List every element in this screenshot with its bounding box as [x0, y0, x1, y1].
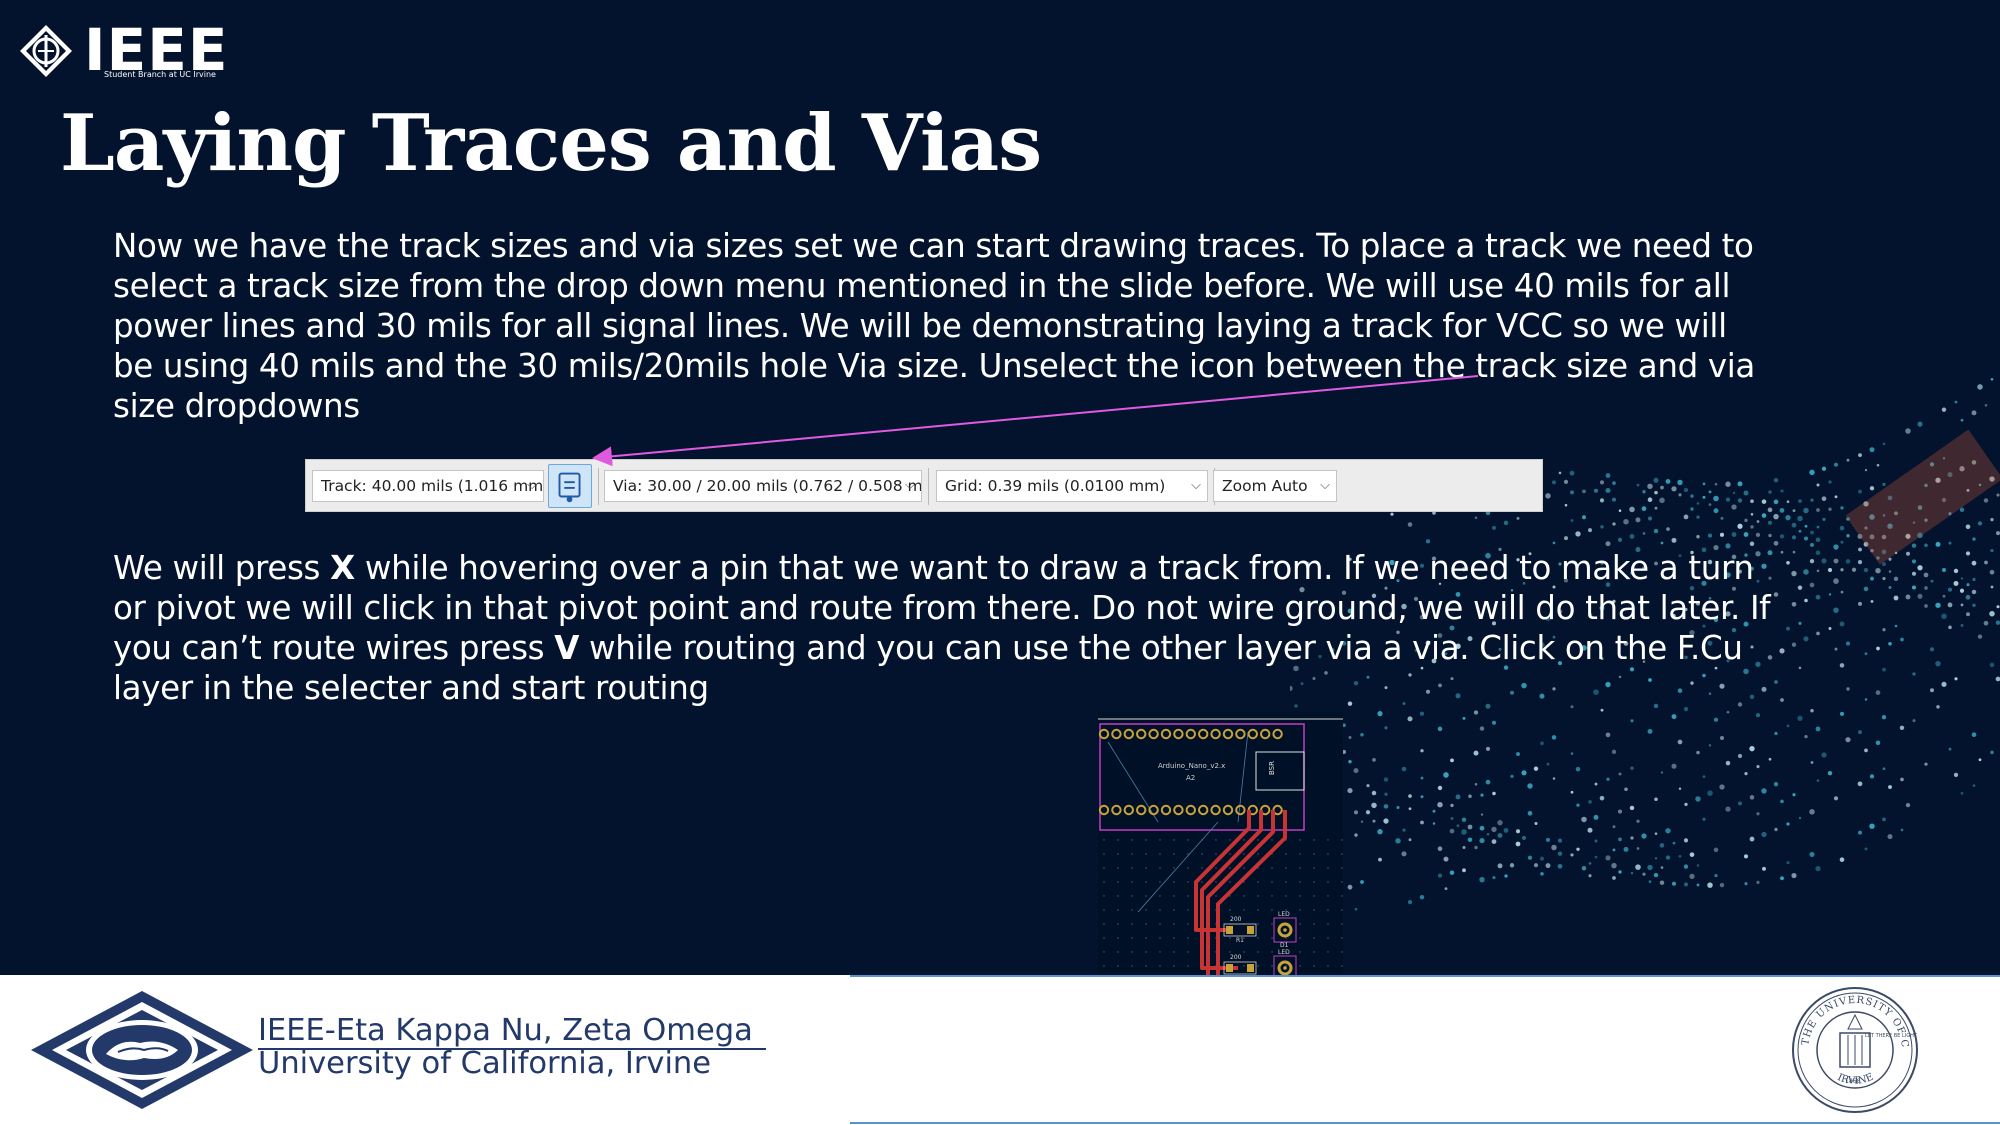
org-name-line1: IEEE-Eta Kappa Nu, Zeta Omega	[258, 1013, 753, 1048]
led-value: LED	[1278, 911, 1290, 918]
ieee-diamond-icon	[20, 25, 72, 77]
led-value: LED	[1278, 949, 1290, 956]
key-v: V	[554, 629, 580, 667]
slide-title: Laying Traces and Vias	[60, 98, 1042, 189]
zoom-value: Zoom Auto	[1222, 477, 1308, 495]
intro-paragraph: Now we have the track sizes and via size…	[113, 227, 1756, 425]
chevron-down-icon: ⌵	[1320, 478, 1330, 493]
led-ref: D1	[1280, 942, 1289, 949]
resistor-pad	[1226, 964, 1233, 972]
routing-text-1: We will press	[113, 549, 331, 587]
track-width-value: Track: 40.00 mils (1.016 mm)	[321, 477, 544, 495]
seal-motto: LET THERE BE LIGHT	[1865, 1033, 1918, 1039]
auto-track-width-button[interactable]	[548, 464, 592, 508]
track-width-dropdown[interactable]: Track: 40.00 mils (1.016 mm) ⌵	[312, 470, 544, 502]
chevron-down-icon: ⌵	[905, 478, 915, 493]
ieee-logo: IEEE Student Branch at UC Irvine	[18, 20, 227, 82]
via-size-dropdown[interactable]: Via: 30.00 / 20.00 mils (0.762 / 0.508 m…	[604, 470, 922, 502]
footer-divider	[850, 975, 2000, 977]
routing-paragraph: We will press X while hovering over a pi…	[113, 548, 1773, 708]
resistor-value: 200	[1230, 916, 1242, 923]
pcb-switch-ref: BSR	[1268, 761, 1276, 775]
chevron-down-icon: ⌵	[1191, 478, 1201, 493]
resistor-ref: R1	[1236, 937, 1244, 944]
seal-year: 1868	[1845, 1078, 1860, 1085]
resistor-pad	[1247, 926, 1254, 934]
grid-size-dropdown[interactable]: Grid: 0.39 mils (0.0100 mm) ⌵	[936, 470, 1208, 502]
hkn-logo	[31, 991, 253, 1109]
resistor-value: 200	[1230, 954, 1242, 961]
kicad-toolbar: Track: 40.00 mils (1.016 mm) ⌵ Via: 30.0…	[305, 459, 1543, 512]
zoom-dropdown[interactable]: Zoom Auto ⌵	[1213, 470, 1337, 502]
toolbar-separator	[598, 468, 599, 505]
footer-divider	[850, 1122, 2000, 1124]
uc-seal: THE UNIVERSITY OF CALIFORNIA IRVINE LET …	[1790, 985, 1918, 1113]
chevron-down-icon: ⌵	[527, 478, 537, 493]
resistor-pad	[1247, 964, 1254, 972]
ieee-subtitle: Student Branch at UC Irvine	[104, 70, 216, 79]
org-name-line2: University of California, Irvine	[258, 1046, 712, 1081]
led-pad	[1283, 966, 1287, 970]
pcb-module-label: Arduino_Nano_v2.x	[1158, 762, 1225, 770]
slide: IEEE Student Branch at UC Irvine Laying …	[0, 0, 2000, 1125]
via-size-value: Via: 30.00 / 20.00 mils (0.762 / 0.508 m…	[613, 477, 922, 495]
resistor-pad	[1226, 926, 1233, 934]
pcb-module-ref: A2	[1186, 774, 1195, 782]
toolbar-separator	[928, 468, 929, 505]
led-pad	[1283, 928, 1287, 932]
grid-size-value: Grid: 0.39 mils (0.0100 mm)	[945, 477, 1166, 495]
key-x: X	[330, 549, 355, 587]
auto-track-width-icon	[558, 472, 581, 503]
